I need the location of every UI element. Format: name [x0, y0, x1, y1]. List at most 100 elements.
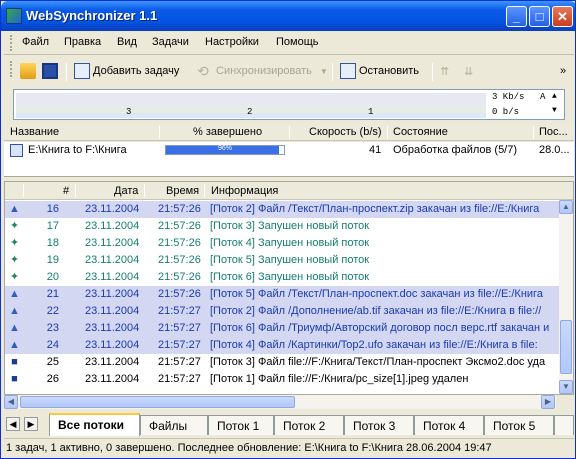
- log-info: [Поток 1] Файл file://F:/Книга/pc_size[1…: [210, 373, 469, 385]
- scroll-left-icon[interactable]: ◀: [4, 395, 18, 409]
- toolbar-overflow[interactable]: »: [560, 62, 566, 80]
- graph-band: [16, 93, 486, 105]
- menu-grip[interactable]: [10, 35, 13, 51]
- toolbar-grip[interactable]: [10, 61, 13, 77]
- close-button[interactable]: ✕: [552, 6, 573, 27]
- graph-speed-min: 0 b/s: [492, 107, 520, 117]
- menu-file[interactable]: Файл: [22, 36, 49, 48]
- upload-icon: ▲: [9, 203, 20, 215]
- tab-thread-5[interactable]: Поток 5: [484, 415, 554, 435]
- maximize-button[interactable]: □: [529, 6, 550, 27]
- col-speed[interactable]: Скорость (b/s): [309, 126, 382, 138]
- log-info: [Поток 3] Запушен новый поток: [210, 220, 370, 232]
- graph-marker: A: [540, 92, 546, 102]
- task-table-header: Название % завершено Скорость (b/s) Сост…: [4, 124, 574, 141]
- tab-next-icon[interactable]: ▶: [24, 417, 38, 431]
- column-divider[interactable]: [289, 126, 290, 139]
- scroll-right-icon[interactable]: ▶: [541, 395, 555, 409]
- toolbar-separator: [332, 63, 333, 81]
- task-row[interactable]: E:\Книга to F:\Книга 96% 41 Обработка фа…: [4, 142, 574, 159]
- menu-view[interactable]: Вид: [117, 36, 137, 48]
- log-row[interactable]: ▲ 16 23.11.2004 21:57:26 [Поток 2] Файл /Тек…: [5, 201, 561, 218]
- col-date[interactable]: Дата: [114, 185, 138, 197]
- tab-all-threads[interactable]: Все потоки: [49, 413, 140, 436]
- minimize-button[interactable]: _: [506, 6, 527, 27]
- add-task-label: Добавить задачу: [93, 65, 180, 77]
- column-divider[interactable]: [387, 126, 388, 139]
- column-divider[interactable]: [23, 184, 24, 197]
- column-divider[interactable]: [144, 184, 145, 197]
- sync-button[interactable]: ⟲ Синхронизировать ▼: [197, 62, 328, 80]
- log-time: 21:57:26: [158, 203, 201, 215]
- task-progress-bar: 96%: [165, 145, 285, 155]
- log-info: [Поток 3] Файл file://F:/Книга/Текст/Пла…: [210, 356, 546, 368]
- add-task-button[interactable]: Добавить задачу: [74, 62, 179, 80]
- log-row[interactable]: ▲ 21 23.11.2004 21:57:26 [Поток 5] Файл /Тек…: [5, 286, 561, 303]
- horizontal-scroll-thumb[interactable]: [20, 396, 295, 408]
- task-icon: [10, 144, 23, 157]
- move-up-button[interactable]: ⇈: [440, 62, 449, 80]
- log-num: 19: [46, 254, 59, 266]
- log-horizontal-scrollbar[interactable]: ◀ ▶: [4, 395, 556, 409]
- log-row[interactable]: ✦ 20 23.11.2004 21:57:26 [Поток 6] Запушен н…: [5, 269, 561, 286]
- log-time: 21:57:27: [158, 356, 201, 368]
- stop-icon: [340, 63, 356, 79]
- tab-files[interactable]: Файлы: [140, 415, 208, 435]
- tab-overflow[interactable]: [554, 415, 574, 435]
- log-num: 25: [46, 356, 59, 368]
- col-percent[interactable]: % завершено: [193, 126, 262, 138]
- vertical-scroll-thumb[interactable]: [560, 320, 572, 374]
- move-down-button[interactable]: ⇊: [464, 62, 473, 80]
- column-divider[interactable]: [533, 126, 534, 139]
- menu-help[interactable]: Помощь: [276, 36, 319, 48]
- graph-scroll-down-icon[interactable]: ▼: [552, 106, 557, 115]
- app-icon: [6, 8, 22, 24]
- col-last[interactable]: Пос...: [539, 126, 568, 138]
- log-info: [Поток 6] Запушен новый поток: [210, 271, 370, 283]
- col-num[interactable]: #: [63, 185, 69, 197]
- graph-tick: 2: [247, 107, 253, 117]
- col-time[interactable]: Время: [166, 185, 199, 197]
- tab-thread-2[interactable]: Поток 2: [274, 415, 344, 435]
- tab-prev-icon[interactable]: ◀: [6, 417, 20, 431]
- tab-thread-1[interactable]: Поток 1: [208, 415, 274, 435]
- log-row[interactable]: ✦ 19 23.11.2004 21:57:26 [Поток 5] Запушен н…: [5, 252, 561, 269]
- toolbar-separator: [66, 63, 67, 81]
- column-divider[interactable]: [75, 184, 76, 197]
- task-last: 28.0...: [539, 144, 570, 156]
- toolbar-separator: [432, 63, 433, 81]
- scroll-up-icon[interactable]: ▲: [559, 200, 573, 214]
- col-name[interactable]: Название: [10, 126, 59, 138]
- log-row[interactable]: ■ 26 23.11.2004 21:57:27 [Поток 1] Файл file…: [5, 371, 561, 388]
- log-row[interactable]: ▲ 22 23.11.2004 21:57:27 [Поток 2] Файл /Доп…: [5, 303, 561, 320]
- sync-dropdown-icon[interactable]: ▼: [320, 67, 328, 76]
- tab-thread-4[interactable]: Поток 4: [414, 415, 484, 435]
- col-info[interactable]: Информация: [211, 185, 278, 197]
- log-time: 21:57:26: [158, 254, 201, 266]
- log-row[interactable]: ✦ 18 23.11.2004 21:57:26 [Поток 4] Запушен н…: [5, 235, 561, 252]
- menu-tasks[interactable]: Задачи: [152, 36, 189, 48]
- open-button[interactable]: [20, 62, 39, 80]
- log-vertical-scrollbar[interactable]: ▲ ▼: [559, 200, 573, 394]
- save-button[interactable]: [42, 62, 61, 80]
- thread-icon: ✦: [9, 271, 20, 283]
- log-date: 23.11.2004: [85, 288, 140, 300]
- log-row[interactable]: ▲ 23 23.11.2004 21:57:27 [Поток 6] Файл /Три…: [5, 320, 561, 337]
- log-date: 23.11.2004: [85, 203, 140, 215]
- column-divider[interactable]: [204, 184, 205, 197]
- log-num: 16: [46, 203, 59, 215]
- log-row[interactable]: ▲ 24 23.11.2004 21:57:27 [Поток 4] Файл /Кар…: [5, 337, 561, 354]
- log-row[interactable]: ■ 25 23.11.2004 21:57:27 [Поток 3] Файл file…: [5, 354, 561, 371]
- move-down-icon: ⇊: [464, 65, 474, 78]
- tab-thread-3[interactable]: Поток 3: [344, 415, 414, 435]
- graph-scroll-up-icon[interactable]: ▲: [552, 92, 557, 101]
- menu-settings[interactable]: Настройки: [205, 36, 259, 48]
- column-divider[interactable]: [159, 126, 160, 139]
- scroll-down-icon[interactable]: ▼: [559, 380, 573, 394]
- menu-edit[interactable]: Правка: [64, 36, 101, 48]
- col-state[interactable]: Состояние: [393, 126, 448, 138]
- log-row[interactable]: ✦ 17 23.11.2004 21:57:26 [Поток 3] Запушен н…: [5, 218, 561, 235]
- open-folder-icon: [20, 63, 36, 79]
- stop-button[interactable]: Остановить: [340, 62, 419, 80]
- title-bar[interactable]: WebSynchronizer 1.1 _ □ ✕: [1, 1, 575, 31]
